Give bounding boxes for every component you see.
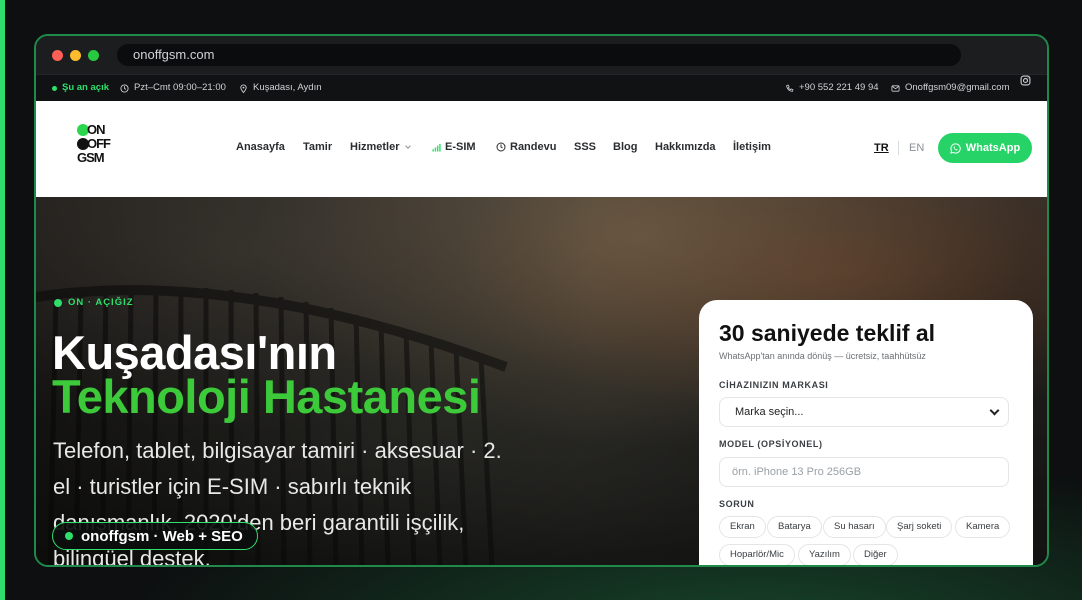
phone-link[interactable]: +90 552 221 49 94 — [785, 75, 879, 101]
signal-icon — [432, 143, 441, 152]
quote-form-subtitle: WhatsApp'tan anında dönüş — ücretsiz, ta… — [719, 351, 926, 361]
email-link[interactable]: Onoffgsm09@gmail.com — [891, 75, 1010, 101]
issue-chip-batarya[interactable]: Batarya — [767, 516, 822, 538]
email-label: Onoffgsm09@gmail.com — [905, 82, 1010, 93]
info-topbar: Şu an açık Pzt–Cmt 09:00–21:00 Kuşadası,… — [36, 74, 1047, 101]
whatsapp-button[interactable]: WhatsApp — [938, 133, 1032, 163]
quote-form-title: 30 saniyede teklif al — [719, 320, 936, 346]
window-minimize-button[interactable] — [70, 50, 81, 61]
site-logo[interactable]: ON OFF GSM — [76, 123, 112, 169]
nav-item-blog[interactable]: Blog — [613, 141, 637, 153]
brand-field-label: CİHAZINIZIN MARKASI — [719, 380, 829, 390]
hero-eyebrow: ON · AÇIĞIZ — [54, 297, 134, 308]
hero-title-line2: Teknoloji Hastanesi — [52, 370, 481, 423]
badge-dot-icon — [65, 532, 73, 540]
opening-hours: Pzt–Cmt 09:00–21:00 — [120, 75, 226, 101]
main-navbar: ON OFF GSM Anasayfa Tamir Hizmetler E-SI… — [36, 101, 1047, 197]
issue-chip-ekran[interactable]: Ekran — [719, 516, 766, 538]
mail-icon — [891, 84, 900, 92]
open-status: Şu an açık — [52, 75, 109, 101]
nav-item-randevu[interactable]: Randevu — [496, 141, 556, 153]
nav-item-hizmetler[interactable]: Hizmetler — [350, 141, 412, 153]
nav-item-tamir[interactable]: Tamir — [303, 141, 332, 153]
nav-item-hakkimizda[interactable]: Hakkımızda — [655, 141, 716, 153]
nav-item-esim[interactable]: E-SIM — [432, 141, 476, 153]
browser-window: onoffgsm.com Şu an açık Pzt–Cmt 09:00–21… — [34, 34, 1049, 567]
nav-item-iletisim[interactable]: İletişim — [733, 141, 771, 153]
credit-badge-label: onoffgsm · Web + SEO — [81, 527, 243, 545]
issue-chip-kamera[interactable]: Kamera — [955, 516, 1011, 538]
nav-item-randevu-label: Randevu — [510, 141, 557, 153]
lang-tr-link[interactable]: TR — [874, 142, 889, 154]
status-dot-icon — [52, 85, 57, 91]
hero-section: ON · AÇIĞIZ Kuşadası'nın Teknoloji Hasta… — [36, 197, 1047, 565]
brand-select-value: Marka seçin... — [735, 406, 804, 418]
map-pin-icon — [240, 84, 247, 93]
instagram-icon — [1020, 75, 1031, 86]
lang-en-link[interactable]: EN — [909, 142, 924, 154]
phone-icon — [786, 84, 794, 92]
model-input[interactable]: örn. iPhone 13 Pro 256GB — [719, 457, 1009, 487]
instagram-link[interactable] — [1020, 75, 1031, 86]
issue-chip-sarj-soketi[interactable]: Şarj soketi — [886, 516, 953, 538]
window-close-button[interactable] — [52, 50, 63, 61]
lang-divider — [898, 141, 899, 155]
issue-chip-su-hasari[interactable]: Su hasarı — [823, 516, 886, 538]
issue-chip-yazilim[interactable]: Yazılım — [798, 544, 851, 565]
credit-badge: onoffgsm · Web + SEO — [52, 522, 258, 550]
opening-hours-label: Pzt–Cmt 09:00–21:00 — [134, 82, 226, 93]
quote-form-card: 30 saniyede teklif al WhatsApp'tan anınd… — [699, 300, 1033, 565]
brand-select[interactable]: Marka seçin... — [719, 397, 1009, 427]
logo-text-on: ON — [87, 122, 105, 137]
nav-item-anasayfa[interactable]: Anasayfa — [236, 141, 285, 153]
phone-label: +90 552 221 49 94 — [799, 82, 879, 93]
chevron-down-icon — [404, 145, 411, 149]
logo-text-gsm: GSM — [77, 150, 105, 165]
window-maximize-button[interactable] — [88, 50, 99, 61]
nav-item-sss[interactable]: SSS — [574, 141, 596, 153]
clock-icon — [496, 142, 506, 152]
model-field-label: MODEL (OPSİYONEL) — [719, 439, 823, 449]
address-bar[interactable]: onoffgsm.com — [117, 44, 961, 66]
hero-eyebrow-label: ON · AÇIĞIZ — [68, 297, 134, 308]
nav-item-esim-label: E-SIM — [445, 141, 476, 153]
issue-chip-diger[interactable]: Diğer — [853, 544, 898, 565]
location-label: Kuşadası, Aydın — [253, 82, 322, 93]
clock-icon — [120, 83, 129, 93]
location: Kuşadası, Aydın — [239, 75, 322, 101]
status-dot-icon — [54, 298, 62, 307]
open-status-label: Şu an açık — [62, 82, 109, 93]
issue-chip-hoparlor-mic[interactable]: Hoparlör/Mic — [719, 544, 795, 565]
chevron-down-icon — [989, 405, 1000, 416]
whatsapp-button-label: WhatsApp — [965, 142, 1021, 154]
whatsapp-icon — [949, 142, 961, 154]
browser-chrome: onoffgsm.com — [36, 36, 1047, 74]
nav-item-hizmetler-label: Hizmetler — [350, 141, 400, 153]
logo-text-off: OFF — [87, 136, 111, 151]
issue-field-label: SORUN — [719, 499, 755, 509]
